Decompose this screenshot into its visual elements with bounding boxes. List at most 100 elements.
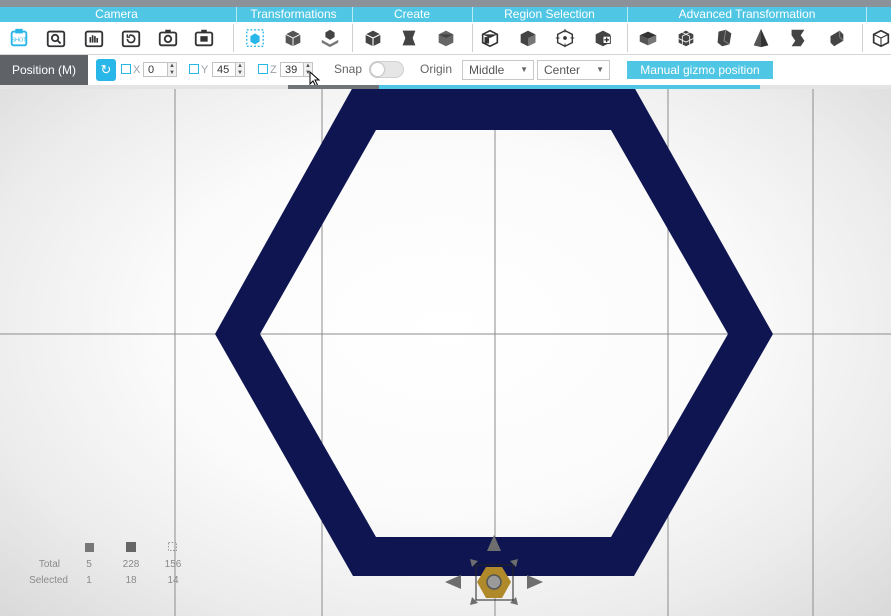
stats-total-faces: 228	[122, 559, 140, 570]
arrow-diagonal-icon[interactable]	[510, 597, 518, 605]
z-checkbox[interactable]	[258, 64, 268, 74]
transform-cube-icon	[285, 30, 301, 47]
stats-selected-vertices: 14	[167, 575, 179, 586]
toolbar: SHOT	[0, 22, 891, 55]
arrow-left-icon[interactable]	[445, 575, 461, 589]
y-axis-toggle[interactable]: Y	[189, 63, 208, 77]
zoom-selection-icon	[46, 30, 66, 48]
face-select-button[interactable]	[516, 26, 540, 50]
category-transformations[interactable]: Transformations	[236, 7, 351, 22]
pan-camera-button[interactable]	[82, 26, 106, 50]
toolbar-divider	[862, 24, 863, 52]
smooth-button[interactable]	[824, 26, 848, 50]
screenshot-icon: SHOT	[10, 28, 27, 47]
snap-toggle-knob	[371, 63, 384, 76]
x-label: X	[133, 64, 141, 76]
subdivide-button[interactable]	[674, 26, 698, 50]
z-value-field[interactable]: 39	[280, 62, 304, 77]
camera-icon	[158, 29, 178, 47]
stats-selected-objects: 1	[86, 575, 92, 586]
add-select-button[interactable]	[591, 26, 615, 50]
x-stepper[interactable]: ▲ ▼	[167, 62, 177, 77]
bridge-button[interactable]	[869, 26, 891, 50]
manual-gizmo-position-button[interactable]: Manual gizmo position	[627, 61, 773, 79]
smooth-icon	[830, 30, 844, 47]
origin-select[interactable]: Middle ▼	[462, 60, 534, 80]
arrow-right-icon[interactable]	[527, 575, 543, 589]
window-title-strip	[0, 0, 891, 7]
extrude-icon	[717, 29, 732, 47]
x-axis-toggle[interactable]: X	[121, 63, 140, 77]
move-selection-button[interactable]	[243, 26, 267, 50]
box-select-icon	[481, 29, 499, 48]
vertex-count-icon	[168, 542, 177, 551]
align-select[interactable]: Center ▼	[537, 60, 610, 80]
toolbar-divider	[352, 24, 353, 52]
3d-viewport[interactable]: Total 5 228 156 Selected 1 18 14	[0, 89, 891, 616]
y-checkbox[interactable]	[189, 64, 199, 74]
face-count-icon	[126, 542, 136, 552]
origin-label: Origin	[420, 62, 453, 76]
snap-label: Snap	[334, 62, 363, 76]
twist-button[interactable]	[786, 26, 810, 50]
move-selection-icon	[246, 29, 264, 47]
y-value-field[interactable]: 45	[212, 62, 236, 77]
category-region-selection[interactable]: Region Selection	[472, 7, 627, 22]
create-cube-button[interactable]	[361, 26, 385, 50]
object-count-icon	[85, 543, 94, 552]
position-toolbar: Position (M) ↻ X 0 ▲ ▼ Y 45 ▲ ▼ Z 39 ▲ ▼ Sn…	[0, 55, 891, 87]
zoom-selection-button[interactable]	[44, 26, 68, 50]
arrow-diagonal-icon[interactable]	[470, 597, 478, 605]
bevel-button[interactable]	[636, 26, 660, 50]
box-select-button[interactable]	[478, 26, 502, 50]
bridge-icon	[872, 29, 890, 48]
add-select-icon	[595, 30, 611, 47]
category-camera[interactable]: Camera	[60, 7, 173, 22]
toolbar-divider	[472, 24, 473, 52]
align-select-value: Center	[544, 63, 581, 77]
x-value-field[interactable]: 0	[143, 62, 168, 77]
category-advanced-transformation[interactable]: Advanced Transformation	[627, 7, 867, 22]
origin-select-value: Middle	[469, 63, 505, 77]
stats-total-objects: 5	[86, 559, 92, 570]
pan-camera-icon	[84, 30, 104, 48]
camera-focus-button[interactable]	[192, 26, 216, 50]
gizmo-center-icon[interactable]	[486, 574, 502, 590]
category-bar: Camera Transformations Create Region Sel…	[0, 7, 891, 22]
vertex-select-button[interactable]	[553, 26, 577, 50]
scale-object-button[interactable]	[318, 26, 342, 50]
stats-selected-label: Selected	[29, 575, 68, 586]
create-shape-button[interactable]	[397, 26, 421, 50]
x-checkbox[interactable]	[121, 64, 131, 74]
screenshot-button[interactable]: SHOT	[7, 26, 31, 50]
stats-total-label: Total	[38, 559, 60, 570]
z-axis-toggle[interactable]: Z	[258, 63, 277, 77]
snap-toggle[interactable]	[369, 61, 404, 78]
svg-text:SHOT: SHOT	[11, 38, 27, 44]
toolbar-divider	[627, 24, 628, 52]
bevel-icon	[639, 31, 657, 46]
position-mode-label: Position (M)	[0, 55, 88, 85]
viewport-canvas	[0, 89, 891, 616]
z-label: Z	[270, 64, 277, 76]
toolbar-divider	[233, 24, 234, 52]
hexagon-mesh[interactable]	[215, 89, 773, 576]
chevron-down-icon: ▼	[520, 65, 528, 74]
create-box-icon	[438, 30, 454, 47]
camera-button[interactable]	[156, 26, 180, 50]
extrude-button[interactable]	[712, 26, 736, 50]
category-create[interactable]: Create	[352, 7, 472, 22]
chevron-down-icon: ▼	[596, 65, 604, 74]
pyramid-icon	[753, 28, 769, 48]
transform-cube-button[interactable]	[281, 26, 305, 50]
rotate-camera-button[interactable]	[119, 26, 143, 50]
category-divider	[866, 7, 867, 22]
face-select-icon	[520, 30, 536, 47]
create-box-button[interactable]	[434, 26, 458, 50]
camera-focus-icon	[194, 29, 214, 47]
y-stepper[interactable]: ▲ ▼	[235, 62, 245, 77]
stats-total-vertices: 156	[164, 559, 182, 570]
pyramid-button[interactable]	[749, 26, 773, 50]
stats-selected-faces: 18	[125, 575, 137, 586]
reset-position-button[interactable]: ↻	[96, 59, 116, 81]
